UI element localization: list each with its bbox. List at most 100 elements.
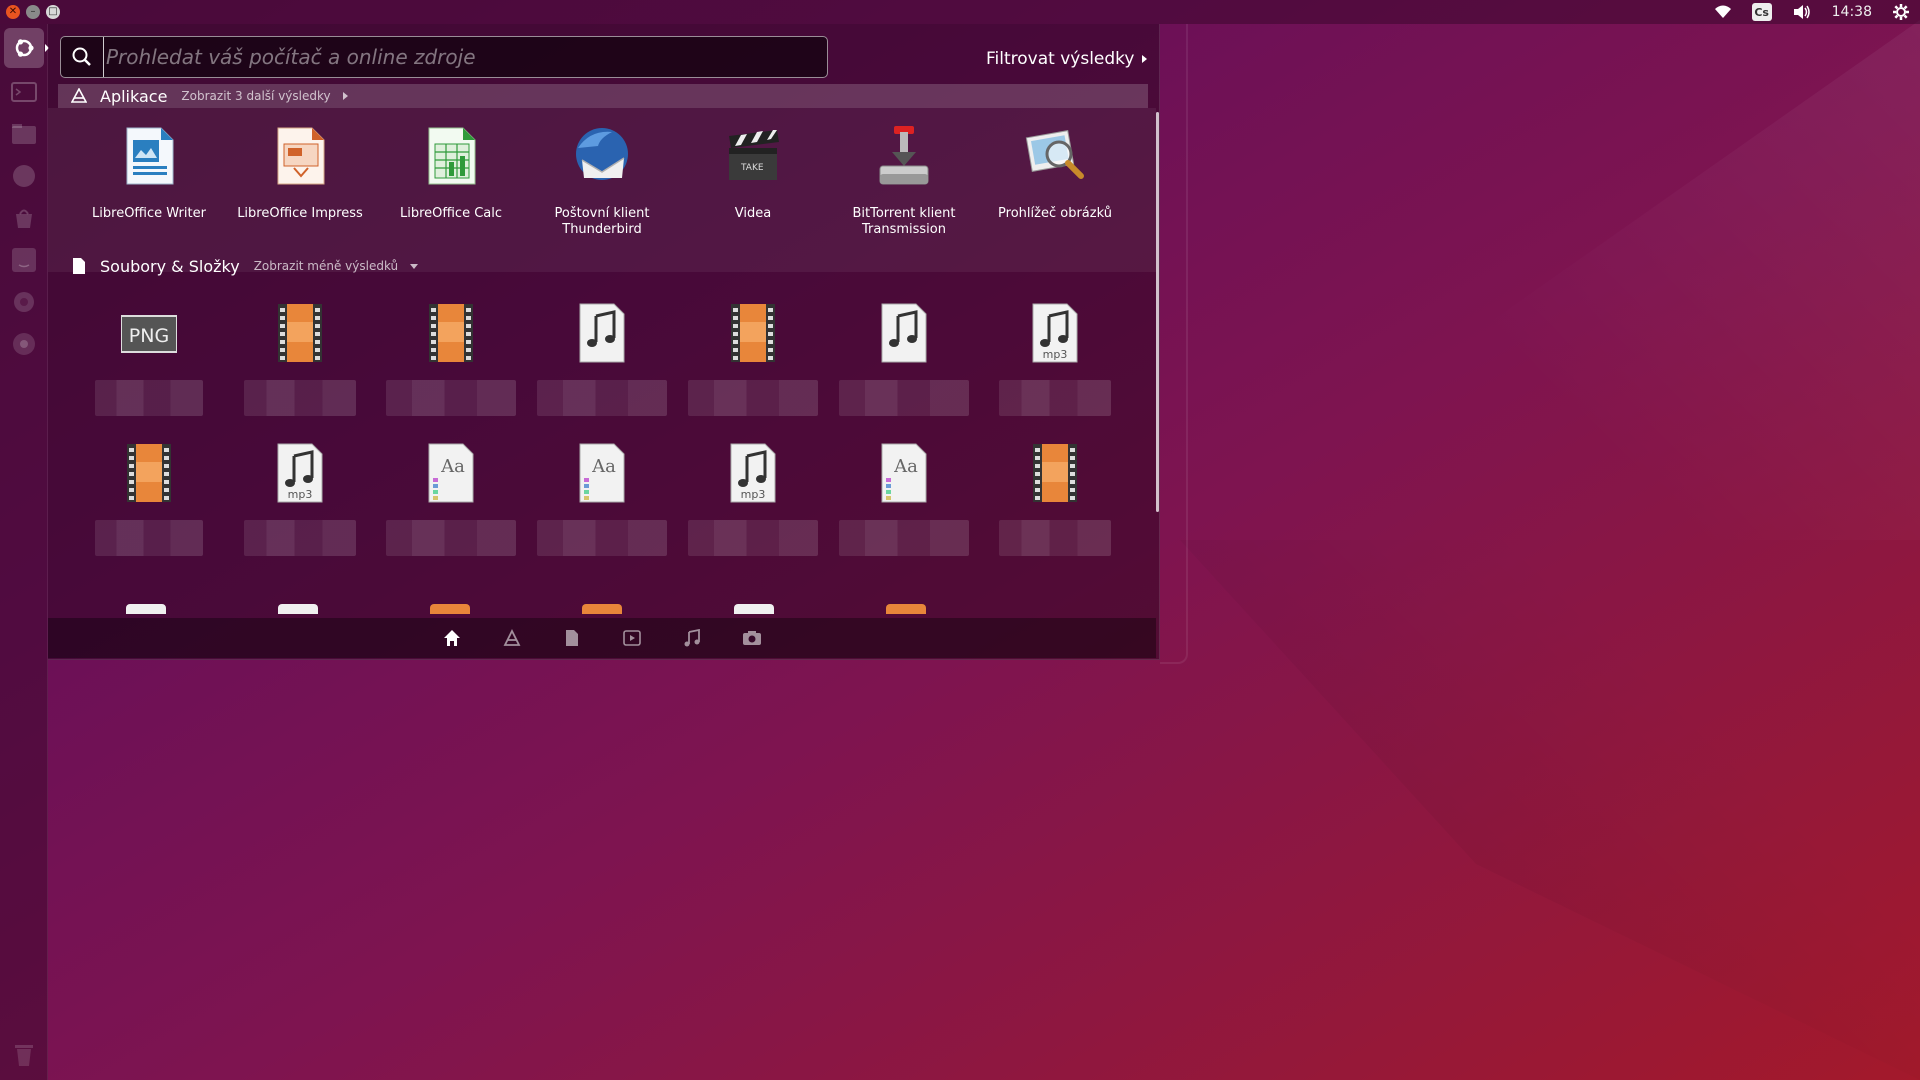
font-file-icon: Aa	[574, 442, 630, 504]
app-tile[interactable]: LibreOffice Calc	[376, 124, 526, 254]
files-lens-icon	[566, 630, 578, 646]
photo-lens-button[interactable]	[722, 618, 782, 658]
show-less-results-link[interactable]: Zobrazit méně výsledků	[254, 259, 398, 273]
file-tile[interactable]	[532, 302, 672, 432]
image-viewer-icon	[1025, 130, 1084, 179]
file-tile[interactable]	[985, 442, 1125, 572]
minimize-window-button[interactable]: –	[26, 5, 40, 19]
video-lens-button[interactable]	[602, 618, 662, 658]
chevron-down-icon	[410, 263, 419, 269]
file-tile[interactable]: Aa	[532, 442, 672, 572]
svg-text:TAKE: TAKE	[740, 163, 764, 173]
applications-category-icon	[68, 88, 90, 104]
document-file-icon	[126, 604, 166, 614]
app-label: BitTorrent klient Transmission	[852, 206, 956, 237]
file-tile[interactable]	[79, 442, 219, 572]
show-more-results-link[interactable]: Zobrazit 3 další výsledky	[181, 89, 330, 103]
system-settings-launcher-icon[interactable]	[4, 282, 44, 322]
app-tile[interactable]: Prohlížeč obrázků	[980, 124, 1130, 254]
video-file-icon	[1027, 442, 1083, 504]
firefox-launcher-icon[interactable]	[4, 156, 44, 196]
applications-lens-button[interactable]	[482, 618, 542, 658]
file-badge-label: Aa	[591, 456, 616, 477]
file-name-redacted	[839, 380, 969, 416]
libreoffice-writer-icon	[126, 127, 174, 185]
filter-results-label: Filtrovat výsledky	[986, 49, 1135, 69]
dash-overlay: Filtrovat výsledky Aplikace Zobrazit 3 d…	[48, 24, 1160, 660]
lens-bar	[48, 618, 1156, 658]
file-tile[interactable]: Aa	[381, 442, 521, 572]
applications-lens-icon	[503, 629, 521, 646]
dash-window-border	[1160, 24, 1188, 664]
settings-circle-launcher-icon[interactable]	[4, 324, 44, 364]
video-lens-icon	[623, 630, 641, 646]
file-name-redacted	[688, 380, 818, 416]
file-name-redacted	[244, 380, 356, 416]
file-tile[interactable]	[683, 302, 823, 432]
file-tile[interactable]: mp3	[683, 442, 823, 572]
file-name-redacted	[999, 520, 1111, 556]
file-tile[interactable]: Aa	[834, 442, 974, 572]
file-tile[interactable]	[834, 302, 974, 432]
file-badge-label: Aa	[893, 456, 918, 477]
file-badge-label: Aa	[440, 456, 465, 477]
file-name-redacted	[386, 380, 516, 416]
music-lens-button[interactable]	[662, 618, 722, 658]
power-settings-icon[interactable]	[1882, 0, 1920, 24]
file-name-redacted	[839, 520, 969, 556]
search-bar[interactable]	[60, 36, 828, 78]
file-name-redacted	[999, 380, 1111, 416]
home-lens-button[interactable]	[422, 618, 482, 658]
file-name-redacted	[95, 380, 203, 416]
audio-file-icon	[574, 302, 630, 364]
app-tile[interactable]: LibreOffice Impress	[225, 124, 375, 254]
file-name-redacted	[537, 520, 667, 556]
file-tile[interactable]: mp3	[985, 302, 1125, 432]
files-launcher-icon[interactable]	[4, 114, 44, 154]
video-file-icon	[886, 604, 926, 614]
close-window-button[interactable]: ✕	[6, 5, 20, 19]
home-lens-icon	[444, 630, 460, 646]
photo-lens-icon	[743, 631, 761, 645]
file-badge-label: mp3	[741, 488, 766, 501]
video-file-icon	[423, 302, 479, 364]
file-name-redacted	[537, 380, 667, 416]
volume-icon[interactable]	[1782, 0, 1822, 24]
terminal-launcher-icon[interactable]	[4, 72, 44, 112]
category-header-files: Soubory & Složky Zobrazit méně výsledků	[58, 254, 419, 278]
maximize-window-button[interactable]: □	[46, 5, 60, 19]
dash-home-button[interactable]	[4, 28, 44, 68]
files-lens-button[interactable]	[542, 618, 602, 658]
app-tile[interactable]: Poštovní klient Thunderbird	[527, 124, 677, 254]
chevron-right-icon	[1142, 55, 1148, 63]
top-panel: ✕ – □ Cs 14:38	[0, 0, 1920, 24]
file-name-redacted	[386, 520, 516, 556]
file-name-redacted	[95, 520, 203, 556]
document-file-icon	[734, 604, 774, 614]
keyboard-layout-indicator[interactable]: Cs	[1742, 0, 1782, 24]
clock[interactable]: 14:38	[1822, 0, 1882, 24]
search-icon	[61, 37, 103, 77]
document-file-icon	[278, 604, 318, 614]
file-tile[interactable]	[381, 302, 521, 432]
file-tile[interactable]: mp3	[230, 442, 370, 572]
amazon-launcher-icon[interactable]	[4, 240, 44, 280]
software-center-launcher-icon[interactable]	[4, 198, 44, 238]
app-tile[interactable]: TAKE Videa	[678, 124, 828, 254]
app-tile[interactable]: LibreOffice Writer	[74, 124, 224, 254]
mp3-file-icon: mp3	[1027, 302, 1083, 364]
filter-results-button[interactable]: Filtrovat výsledky	[986, 44, 1148, 74]
trash-launcher-icon[interactable]	[4, 1034, 44, 1074]
results-scrollbar[interactable]	[1156, 112, 1159, 512]
font-file-icon: Aa	[423, 442, 479, 504]
chevron-right-icon	[342, 92, 348, 100]
wifi-icon[interactable]	[1704, 0, 1742, 24]
search-input[interactable]	[103, 37, 827, 77]
file-tile[interactable]	[230, 302, 370, 432]
mp3-file-icon: mp3	[272, 442, 328, 504]
app-label: Poštovní klient Thunderbird	[554, 206, 650, 237]
category-title: Soubory & Složky	[100, 256, 240, 276]
video-file-icon	[582, 604, 622, 614]
file-tile[interactable]: PNG	[79, 302, 219, 432]
app-tile[interactable]: BitTorrent klient Transmission	[829, 124, 979, 254]
